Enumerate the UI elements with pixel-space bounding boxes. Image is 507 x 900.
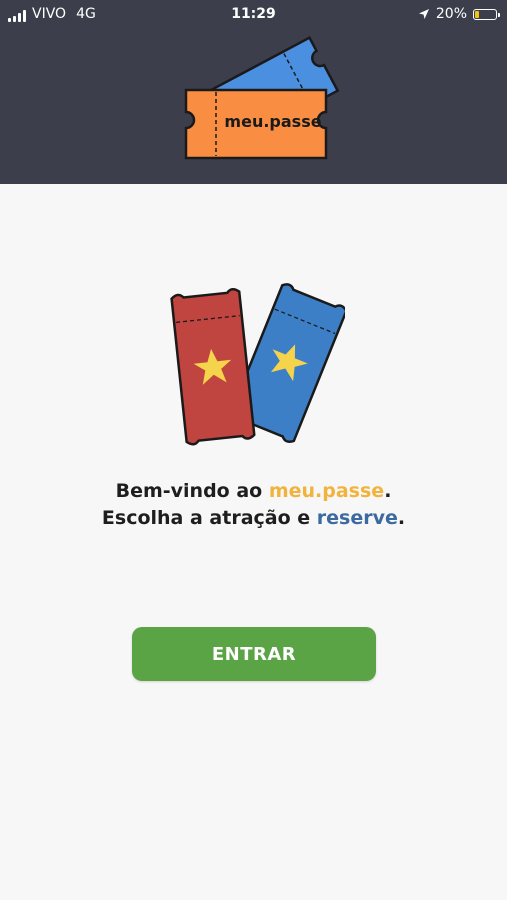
- brand-name-highlight: meu.passe: [268, 480, 385, 502]
- welcome-line-1: Bem-vindo ao meu.passe.: [0, 478, 507, 505]
- enter-button[interactable]: ENTRAR: [132, 627, 376, 681]
- welcome-prefix: Bem-vindo ao: [115, 480, 269, 502]
- choose-suffix: .: [397, 507, 406, 529]
- battery-fill: [475, 10, 479, 18]
- welcome-suffix: .: [384, 480, 392, 502]
- status-right: 20%: [418, 6, 500, 22]
- welcome-line-2: Escolha a atração e reserve.: [0, 505, 507, 532]
- tickets-icon: [170, 283, 345, 446]
- location-arrow-icon: [418, 9, 429, 19]
- reserve-highlight: reserve: [316, 507, 398, 529]
- logo-text: meu.passe: [224, 112, 322, 131]
- choose-text: Escolha a atração e: [101, 507, 317, 529]
- welcome-message: Bem-vindo ao meu.passe. Escolha a atraçã…: [0, 478, 507, 532]
- battery-percent: 20%: [435, 6, 467, 22]
- app-header: VIVO 4G 11:29 20% meu.passe: [0, 0, 507, 184]
- logo-tickets-icon: [184, 36, 340, 160]
- battery-icon: [473, 8, 500, 20]
